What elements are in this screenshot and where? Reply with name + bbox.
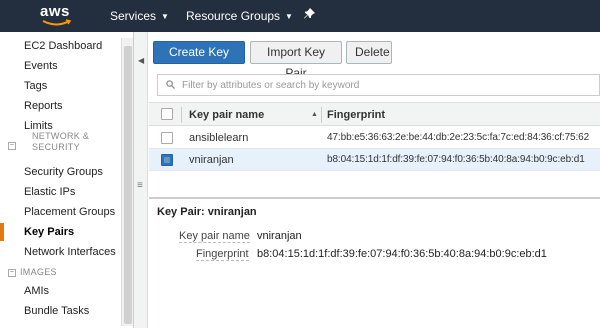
sidebar-collapse-strip[interactable]: ◀ ≡ — [134, 32, 148, 328]
resource-groups-menu[interactable]: Resource Groups ▼ — [186, 9, 293, 23]
sidebar-scrollbar[interactable] — [121, 38, 133, 326]
resize-grip-icon[interactable]: ≡ — [137, 180, 143, 191]
aws-smile-icon — [42, 19, 72, 26]
search-icon — [166, 80, 175, 89]
filter-input[interactable] — [182, 75, 592, 95]
detail-name-label: Key pair name — [179, 230, 250, 243]
services-menu[interactable]: Services ▼ — [110, 9, 169, 23]
sidebar-item-tags[interactable]: Tags — [24, 80, 47, 92]
main-content: Create Key Pair Import Key Pair Delete K… — [149, 32, 600, 328]
sidebar: EC2 Dashboard Events Tags Reports Limits… — [0, 32, 134, 328]
section-images[interactable]: − IMAGES — [8, 267, 57, 278]
fingerprint-cell: b8:04:15:1d:1f:df:39:fe:07:94:f0:36:5b:4… — [327, 154, 585, 165]
resource-groups-label: Resource Groups — [186, 9, 281, 23]
table-header: Key pair name ▲ Fingerprint — [149, 102, 600, 126]
sidebar-item-elastic-ips[interactable]: Elastic IPs — [24, 186, 75, 198]
detail-name-value: vniranjan — [257, 230, 302, 242]
sidebar-item-key-pairs[interactable]: Key Pairs — [24, 226, 74, 238]
pin-glyph — [304, 8, 315, 19]
key-pair-name-cell: vniranjan — [189, 154, 234, 166]
chevron-down-icon: ▼ — [285, 11, 293, 21]
aws-logo[interactable]: aws — [40, 3, 76, 29]
detail-fingerprint-label: Fingerprint — [196, 248, 249, 261]
row-checkbox[interactable] — [161, 132, 173, 144]
key-pair-name-cell: ansiblelearn — [189, 132, 249, 144]
sidebar-item-bundle-tasks[interactable]: Bundle Tasks — [24, 305, 89, 317]
chevron-down-icon: ▼ — [161, 11, 169, 21]
select-all-checkbox[interactable] — [161, 108, 173, 120]
section-network-label: NETWORK & SECURITY — [32, 131, 90, 152]
delete-button[interactable]: Delete — [346, 41, 392, 64]
sort-ascending-icon[interactable]: ▲ — [311, 111, 318, 118]
sidebar-item-reports[interactable]: Reports — [24, 100, 63, 112]
services-label: Services — [110, 9, 157, 23]
filter-bar — [157, 74, 600, 96]
fingerprint-cell: 47:bb:e5:36:63:2e:be:44:db:2e:23:5c:fa:7… — [327, 132, 590, 143]
column-divider — [321, 107, 322, 123]
aws-logo-text: aws — [40, 3, 70, 20]
column-divider — [181, 107, 182, 123]
detail-fingerprint-value: b8:04:15:1d:1f:df:39:fe:07:94:f0:36:5b:4… — [257, 248, 547, 260]
sidebar-item-security-groups[interactable]: Security Groups — [24, 166, 103, 178]
active-indicator — [0, 223, 4, 241]
pushpin-icon[interactable] — [304, 8, 315, 19]
top-navbar: aws Services ▼ Resource Groups ▼ — [0, 0, 600, 32]
import-key-pair-button[interactable]: Import Key Pair — [250, 41, 342, 80]
sidebar-item-placement-groups[interactable]: Placement Groups — [24, 206, 115, 218]
collapse-icon: − — [8, 268, 16, 277]
column-header-fingerprint[interactable]: Fingerprint — [327, 109, 385, 121]
sidebar-item-network-interfaces[interactable]: Network Interfaces — [24, 246, 116, 258]
create-key-pair-button[interactable]: Create Key Pair — [153, 41, 245, 80]
column-header-key-pair-name[interactable]: Key pair name — [189, 109, 264, 121]
sidebar-scrollbar-thumb[interactable] — [124, 46, 132, 324]
section-network-security[interactable]: − NETWORK & SECURITY — [8, 131, 108, 153]
row-checkbox-checked[interactable] — [161, 154, 173, 166]
detail-pane-divider[interactable] — [149, 197, 600, 199]
table-row[interactable]: ansiblelearn 47:bb:e5:36:63:2e:be:44:db:… — [149, 127, 600, 149]
sidebar-item-amis[interactable]: AMIs — [24, 285, 49, 297]
sidebar-item-events[interactable]: Events — [24, 60, 58, 72]
detail-title: Key Pair: vniranjan — [157, 206, 257, 218]
chevron-left-icon[interactable]: ◀ — [138, 56, 144, 65]
section-images-label: IMAGES — [20, 267, 57, 277]
collapse-icon: − — [8, 141, 16, 150]
table-row-selected[interactable]: vniranjan b8:04:15:1d:1f:df:39:fe:07:94:… — [149, 149, 600, 171]
sidebar-item-ec2-dashboard[interactable]: EC2 Dashboard — [24, 40, 102, 52]
